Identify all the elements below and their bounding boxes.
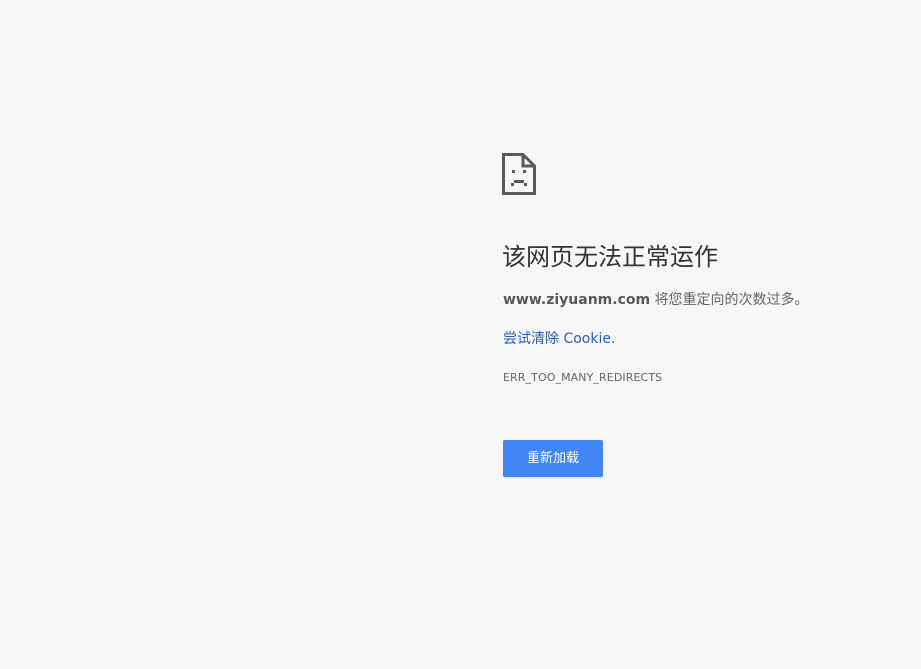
clear-cookies-link[interactable]: 尝试清除 Cookie. [503, 329, 615, 349]
error-page: 该网页无法正常运作 www.ziyuanm.com 将您重定向的次数过多。 尝试… [0, 0, 921, 669]
error-code: ERR_TOO_MANY_REDIRECTS [503, 371, 663, 384]
reload-button[interactable]: 重新加载 [503, 440, 603, 477]
error-heading: 该网页无法正常运作 [502, 243, 718, 271]
error-message: 将您重定向的次数过多。 [650, 292, 809, 308]
sad-page-icon [502, 153, 536, 195]
error-host: www.ziyuanm.com [503, 292, 651, 308]
error-summary: www.ziyuanm.com 将您重定向的次数过多。 [503, 290, 809, 310]
